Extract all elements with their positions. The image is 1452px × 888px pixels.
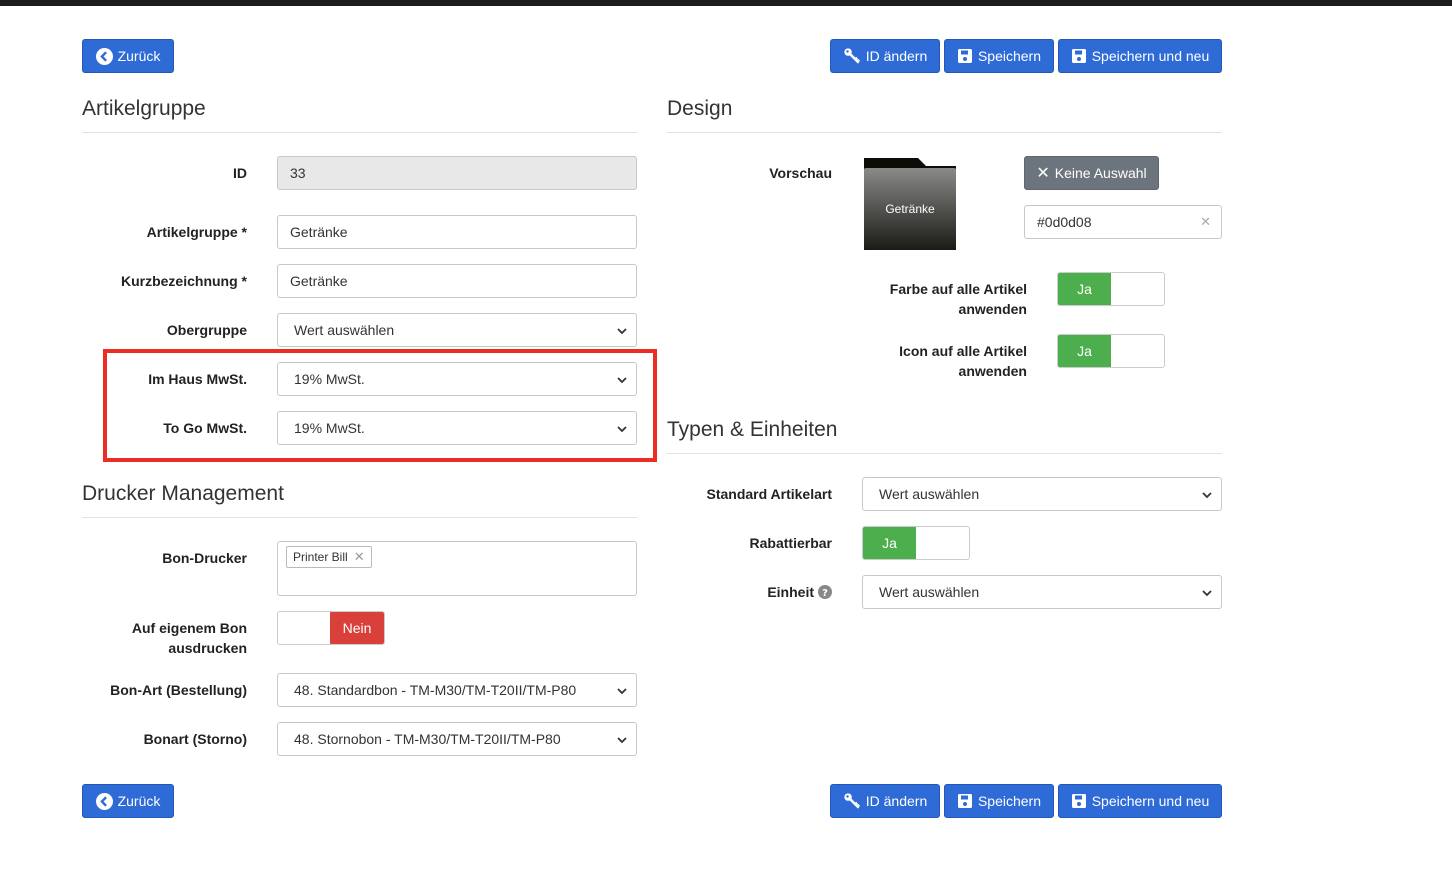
einheit-label: Einheit ? <box>667 582 832 602</box>
obergruppe-select[interactable]: Wert auswählen <box>277 313 637 347</box>
drucker-management-title: Drucker Management <box>82 482 284 505</box>
save-new-button-label: Speichern und neu <box>1091 48 1210 64</box>
obergruppe-label: Obergruppe <box>166 322 247 338</box>
standard-artikelart-value: Wert auswählen <box>879 486 980 502</box>
chevron-down-icon <box>617 737 627 744</box>
bonart-storno-label: Bonart (Storno) <box>143 731 247 747</box>
arrow-circle-left-icon <box>95 792 113 810</box>
divider <box>667 132 1222 133</box>
save-button-label: Speichern <box>977 48 1042 64</box>
printer-tag-label: Printer Bill <box>293 550 348 564</box>
change-id-button-bottom[interactable]: ID ändern <box>830 784 940 818</box>
chevron-down-icon <box>1202 492 1212 499</box>
icon-anwenden-toggle[interactable]: Ja <box>1057 334 1165 368</box>
toggle-ja: Ja <box>1058 335 1111 367</box>
eigener-bon-label: Auf eigenem Bon ausdrucken <box>131 620 247 656</box>
rabattierbar-label: Rabattierbar <box>749 535 832 551</box>
save-button-top[interactable]: Speichern <box>944 39 1054 73</box>
id-field: 33 <box>277 156 637 190</box>
bon-art-bestellung-label: Bon-Art (Bestellung) <box>110 682 247 698</box>
chevron-down-icon <box>1202 590 1212 597</box>
change-id-button-top[interactable]: ID ändern <box>830 39 940 73</box>
divider <box>667 453 1222 454</box>
keine-auswahl-button[interactable]: ✕ Keine Auswahl <box>1024 156 1159 190</box>
standard-artikelart-select[interactable]: Wert auswählen <box>862 477 1222 511</box>
change-id-button-label: ID ändern <box>865 793 928 809</box>
close-icon: ✕ <box>1036 165 1050 182</box>
keine-auswahl-label: Keine Auswahl <box>1054 165 1147 181</box>
artikelgruppe-label: Artikelgruppe * <box>146 224 247 240</box>
key-icon <box>844 793 860 809</box>
bon-art-bestellung-select[interactable]: 48. Standardbon - TM-M30/TM-T20II/TM-P80 <box>277 673 637 707</box>
obergruppe-value: Wert auswählen <box>294 322 395 338</box>
toggle-ja: Ja <box>1058 273 1111 305</box>
standard-artikelart-label: Standard Artikelart <box>706 486 832 502</box>
floppy-disk-icon <box>1071 794 1086 808</box>
bonart-storno-select[interactable]: 48. Stornobon - TM-M30/TM-T20II/TM-P80 <box>277 722 637 756</box>
einheit-select[interactable]: Wert auswählen <box>862 575 1222 609</box>
save-new-button-bottom[interactable]: Speichern und neu <box>1058 784 1222 818</box>
preview-folder-text: Getränke <box>885 202 935 216</box>
back-button-label: Zurück <box>117 48 161 64</box>
artikelgruppe-title: Artikelgruppe <box>82 97 206 120</box>
icon-anwenden-label: Icon auf alle Artikel anwenden <box>899 343 1027 379</box>
vat-highlight-box <box>103 349 657 462</box>
farbe-anwenden-label: Farbe auf alle Artikel anwenden <box>889 281 1027 317</box>
arrow-circle-left-icon <box>95 47 113 65</box>
bon-drucker-multiselect[interactable]: Printer Bill ✕ <box>277 541 637 596</box>
color-value: #0d0d08 <box>1037 214 1092 230</box>
chevron-down-icon <box>617 688 627 695</box>
svg-text:?: ? <box>822 588 828 599</box>
top-bar <box>0 0 1452 6</box>
rabattierbar-toggle[interactable]: Ja <box>862 526 970 560</box>
clear-icon[interactable]: ✕ <box>1200 214 1211 230</box>
floppy-disk-icon <box>957 794 972 808</box>
einheit-value: Wert auswählen <box>879 584 980 600</box>
floppy-disk-icon <box>957 49 972 63</box>
farbe-anwenden-toggle[interactable]: Ja <box>1057 272 1165 306</box>
change-id-button-label: ID ändern <box>865 48 928 64</box>
save-button-bottom[interactable]: Speichern <box>944 784 1054 818</box>
vorschau-label: Vorschau <box>769 165 832 181</box>
typen-einheiten-title: Typen & Einheiten <box>667 418 838 441</box>
bon-art-bestellung-value: 48. Standardbon - TM-M30/TM-T20II/TM-P80 <box>294 682 577 698</box>
chevron-down-icon <box>617 328 627 335</box>
save-new-button-top[interactable]: Speichern und neu <box>1058 39 1222 73</box>
key-icon <box>844 48 860 64</box>
id-label: ID <box>233 165 247 181</box>
artikelgruppe-input[interactable]: Getränke <box>277 215 637 249</box>
toggle-nein: Nein <box>330 612 384 644</box>
eigener-bon-toggle[interactable]: Nein <box>277 611 385 645</box>
color-input[interactable]: #0d0d08 ✕ <box>1024 205 1222 239</box>
save-new-button-label: Speichern und neu <box>1091 793 1210 809</box>
bonart-storno-value: 48. Stornobon - TM-M30/TM-T20II/TM-P80 <box>294 731 561 747</box>
bon-drucker-label: Bon-Drucker <box>162 550 247 566</box>
question-circle-icon[interactable]: ? <box>818 585 832 599</box>
back-button-bottom[interactable]: Zurück <box>82 784 174 818</box>
kurzbezeichnung-label: Kurzbezeichnung * <box>120 273 247 289</box>
printer-tag: Printer Bill ✕ <box>286 546 372 568</box>
design-title: Design <box>667 97 733 120</box>
preview-folder-tile: Getränke <box>862 156 958 252</box>
toggle-ja: Ja <box>863 527 916 559</box>
floppy-disk-icon <box>1071 49 1086 63</box>
remove-tag-icon[interactable]: ✕ <box>354 549 365 565</box>
save-button-label: Speichern <box>977 793 1042 809</box>
back-button-label: Zurück <box>117 793 161 809</box>
divider <box>82 517 637 518</box>
kurzbezeichnung-input[interactable]: Getränke <box>277 264 637 298</box>
divider <box>82 132 637 133</box>
back-button-top[interactable]: Zurück <box>82 39 174 73</box>
